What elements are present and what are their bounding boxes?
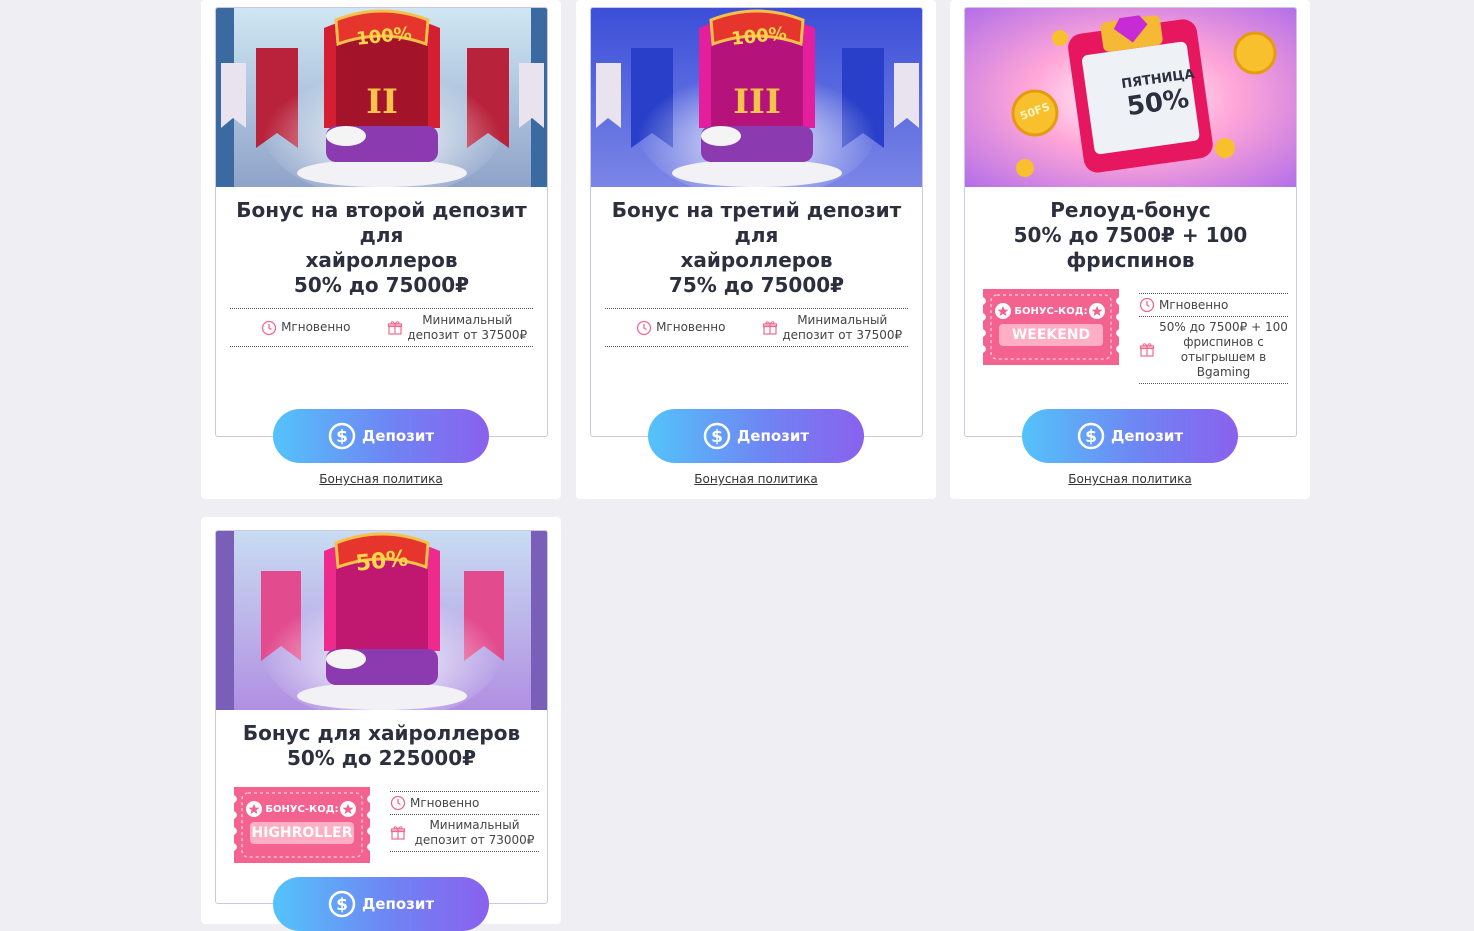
svg-text:$: $ xyxy=(711,427,723,447)
min-deposit-line: Минимальный xyxy=(429,818,520,832)
bonus-image-calendar: ПЯТНИЦА 50% 50FS xyxy=(965,8,1296,187)
bonus-code-label: БОНУС-КОД: xyxy=(1014,306,1088,317)
title-line: 75% до 75000₽ xyxy=(668,273,845,297)
clock-icon xyxy=(390,795,406,811)
min-deposit-line: депозит от 37500₽ xyxy=(407,327,528,342)
bonus-card-frame: 100% III Бонус на третий депозит для хай… xyxy=(590,7,923,437)
bonus-code-value[interactable]: WEEKEND xyxy=(999,324,1103,346)
gift-icon xyxy=(390,826,406,840)
title-line: 50% до 225000₽ xyxy=(286,746,477,770)
timing-text: Мгновенно xyxy=(656,320,726,334)
bonus-title: Бонус для хайроллеров 50% до 225000₽ xyxy=(228,721,535,771)
bonus-card-second-deposit: 100% II Бонус на второй депозит для хайр… xyxy=(201,0,561,499)
title-line: хайроллеров xyxy=(305,248,458,272)
svg-text:$: $ xyxy=(1085,427,1097,447)
timing-text: Мгновенно xyxy=(410,796,480,810)
timing-row: Мгновенно xyxy=(390,791,539,815)
bonus-info-row: Мгновенно Минимальный депозит от 37500₽ xyxy=(605,308,908,347)
deposit-button-label: Депозит xyxy=(1110,427,1184,445)
clock-icon xyxy=(261,320,277,335)
clock-icon xyxy=(636,320,652,335)
bonus-title: Бонус на третий депозит для хайроллеров … xyxy=(603,198,910,298)
bonus-policy-link[interactable]: Бонусная политика xyxy=(950,472,1310,486)
title-line: хайроллеров xyxy=(680,248,833,272)
deposit-button-label: Депозит xyxy=(361,427,435,445)
bonus-title: Бонус на второй депозит для хайроллеров … xyxy=(228,198,535,298)
gift-icon xyxy=(763,320,778,335)
title-line: Бонус на третий депозит для xyxy=(611,198,902,247)
detail-row: 50% до 7500₽ + 100 фриспинов с отыгрышем в… xyxy=(1139,317,1288,384)
gift-icon xyxy=(1139,343,1155,357)
deposit-button-label: Депозит xyxy=(736,427,810,445)
detail-line: Bgaming xyxy=(1196,365,1251,379)
bonus-image-throne: 100% II xyxy=(216,8,547,187)
svg-text:$: $ xyxy=(336,427,348,447)
min-deposit-line: Минимальный xyxy=(422,312,513,327)
min-deposit-line: Минимальный xyxy=(797,312,888,327)
clock-icon xyxy=(1139,297,1155,313)
dollar-icon: $ xyxy=(328,890,356,918)
bonus-code-label: БОНУС-КОД: xyxy=(265,804,339,815)
bonus-details: Мгновенно 50% до 7500₽ + 100 фриспинов со… xyxy=(1139,293,1288,384)
dollar-icon: $ xyxy=(328,422,356,450)
bonus-policy-link[interactable]: Бонусная политика xyxy=(201,472,561,486)
image-numeral-text: II xyxy=(366,82,398,122)
bonus-policy-link[interactable]: Бонусная политика xyxy=(576,472,936,486)
bonus-card-frame: 50% Бонус для хайроллеров 50% до 225000₽… xyxy=(215,530,548,904)
min-deposit-text: Минимальный депозит от 37500₽ xyxy=(782,313,902,343)
deposit-button[interactable]: $ Депозит xyxy=(273,877,489,931)
min-deposit-cell: Минимальный депозит от 37500₽ xyxy=(757,313,909,343)
title-line: 50% до 75000₽ xyxy=(293,273,470,297)
detail-line: 50% до 7500₽ + 100 xyxy=(1159,320,1288,334)
min-deposit-row: Минимальный депозит от 73000₽ xyxy=(390,815,539,852)
timing-cell: Мгновенно xyxy=(230,320,382,336)
bonus-image-throne: 100% III xyxy=(591,8,922,187)
dollar-icon: $ xyxy=(703,422,731,450)
title-line: Релоуд-бонус xyxy=(1050,198,1211,222)
deposit-button-label: Депозит xyxy=(361,895,435,913)
bonus-code-ticket[interactable]: БОНУС-КОД: HIGHROLLER xyxy=(224,785,380,865)
deposit-button[interactable]: $ Депозит xyxy=(648,409,864,463)
bonus-title: Релоуд-бонус 50% до 7500₽ + 100 фриспино… xyxy=(977,198,1284,273)
min-deposit-cell: Минимальный депозит от 37500₽ xyxy=(382,313,534,343)
min-deposit-text: Минимальный депозит от 73000₽ xyxy=(410,818,539,848)
detail-text: 50% до 7500₽ + 100 фриспинов с отыгрышем в… xyxy=(1159,320,1288,380)
deposit-button[interactable]: $ Депозит xyxy=(1022,409,1238,463)
gift-icon xyxy=(388,320,403,335)
timing-text: Мгновенно xyxy=(1159,298,1229,312)
min-deposit-text: Минимальный депозит от 37500₽ xyxy=(407,313,527,343)
svg-text:$: $ xyxy=(336,895,348,915)
detail-line: отыгрышем в xyxy=(1180,350,1267,364)
bonus-code-value[interactable]: HIGHROLLER xyxy=(250,822,354,844)
title-line: Бонус для хайроллеров xyxy=(242,721,521,745)
title-line: Бонус на второй депозит для xyxy=(236,198,527,247)
dollar-icon: $ xyxy=(1077,422,1105,450)
image-numeral-text: III xyxy=(733,82,781,122)
bonus-code-ticket[interactable]: БОНУС-КОД: WEEKEND xyxy=(973,287,1129,367)
bonus-card-reload: ПЯТНИЦА 50% 50FS Релоуд-бонус 50% до 750… xyxy=(950,0,1310,499)
bonus-details: Мгновенно Минимальный депозит от 73000₽ xyxy=(390,791,539,852)
bonus-card-frame: 100% II Бонус на второй депозит для хайр… xyxy=(215,7,548,437)
min-deposit-line: депозит от 73000₽ xyxy=(414,833,535,847)
bonus-card-frame: ПЯТНИЦА 50% 50FS Релоуд-бонус 50% до 750… xyxy=(964,7,1297,437)
bonus-info-row: Мгновенно Минимальный депозит от 37500₽ xyxy=(230,308,533,347)
bonus-card-highroller: 50% Бонус для хайроллеров 50% до 225000₽… xyxy=(201,517,561,931)
timing-cell: Мгновенно xyxy=(605,320,757,336)
timing-text: Мгновенно xyxy=(281,320,351,334)
bonus-code-row: БОНУС-КОД: HIGHROLLER Мгновенно Минималь… xyxy=(224,785,539,865)
bonus-card-third-deposit: 100% III Бонус на третий депозит для хай… xyxy=(576,0,936,499)
title-line: фриспинов xyxy=(1066,248,1195,272)
timing-row: Мгновенно xyxy=(1139,293,1288,317)
detail-line: фриспинов с xyxy=(1183,335,1264,349)
title-line: 50% до 7500₽ + 100 xyxy=(1013,223,1248,247)
deposit-button[interactable]: $ Депозит xyxy=(273,409,489,463)
bonus-image-throne: 50% xyxy=(216,531,547,710)
min-deposit-line: депозит от 37500₽ xyxy=(782,327,903,342)
bonus-code-row: БОНУС-КОД: WEEKEND Мгновенно 50% до 7500… xyxy=(973,287,1288,384)
